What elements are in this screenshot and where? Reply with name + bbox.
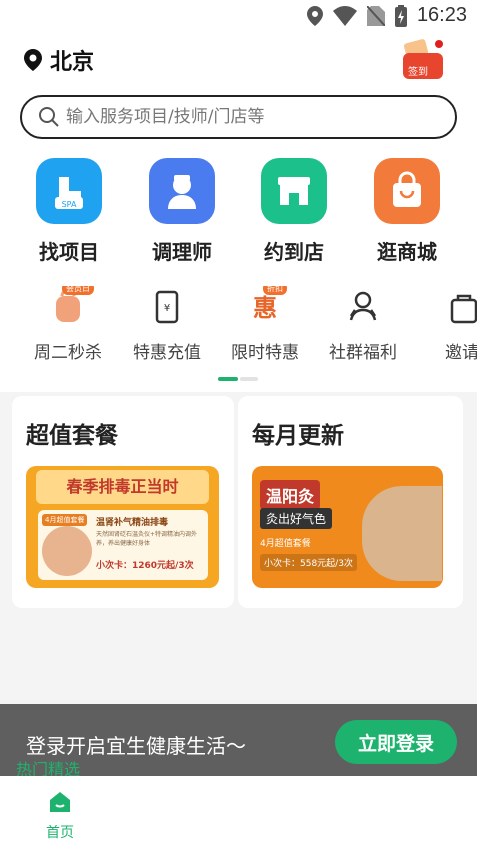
page-indicator-inactive — [240, 377, 258, 381]
battery-charging-icon — [394, 4, 407, 27]
banner-price: 小次卡：1260元起/3次 — [96, 561, 194, 571]
promo-row: 会员日 周二秒杀 ¥ 特惠充值 惠 折扣 限时特惠 社群福利 邀请 — [0, 286, 477, 366]
recharge-icon: ¥ — [147, 286, 187, 326]
bottom-tab-bar: 首页 — [0, 776, 477, 848]
community-icon — [343, 286, 383, 326]
category-find-project[interactable]: SPA 找项目 — [19, 158, 119, 265]
promo-limited-discount[interactable]: 惠 折扣 限时特惠 — [215, 286, 315, 363]
category-store[interactable]: 约到店 — [244, 158, 344, 265]
card-title: 每月更新 — [252, 423, 344, 449]
page-indicator-active — [218, 377, 238, 381]
therapist-icon — [149, 158, 215, 224]
invite-icon — [442, 286, 477, 326]
banner-body: 4月超值套餐 温肾补气精油排毒 天然固肾砭石温灸仪+特调精油内调外养，养出健康好… — [38, 510, 208, 580]
value-package-banner[interactable]: 春季排毒正当时 4月超值套餐 温肾补气精油排毒 天然固肾砭石温灸仪+特调精油内调… — [26, 466, 219, 588]
promo-badge: 折扣 — [263, 286, 287, 295]
discount-icon: 惠 折扣 — [245, 286, 287, 326]
promo-label: 特惠充值 — [133, 343, 201, 363]
category-therapist[interactable]: 调理师 — [132, 158, 232, 265]
banner-price: 小次卡：558元起/3次 — [260, 554, 357, 571]
promo-label: 社群福利 — [329, 343, 397, 363]
location-pin-icon — [24, 49, 42, 71]
city-name: 北京 — [50, 50, 95, 75]
status-bar: 16:23 — [0, 0, 477, 34]
login-prompt-bar: 登录开启宜生健康生活～ 立即登录 热门精选 — [0, 704, 477, 779]
status-time: 16:23 — [416, 4, 467, 26]
banner-tag: 4月超值套餐 — [42, 514, 88, 526]
category-label: 逛商城 — [377, 240, 437, 264]
monthly-update-banner[interactable]: 温阳灸 灸出好气色 4月超值套餐 小次卡：558元起/3次 — [252, 466, 443, 588]
promo-invite[interactable]: 邀请 — [412, 286, 477, 363]
no-sim-icon — [366, 5, 385, 26]
svg-text:SPA: SPA — [62, 200, 77, 209]
massage-photo — [42, 526, 92, 576]
category-label: 调理师 — [152, 240, 212, 264]
moxibustion-photo — [362, 486, 442, 581]
signin-button[interactable]: 签到 — [401, 39, 445, 81]
location-selector[interactable]: 北京 — [24, 44, 94, 76]
banner-sub: 灸出好气色 — [260, 508, 333, 529]
category-label: 约到店 — [264, 240, 324, 264]
discount-icon-text: 惠 — [253, 294, 277, 322]
banner-package: 4月超值套餐 — [260, 539, 311, 549]
promo-recharge[interactable]: ¥ 特惠充值 — [117, 286, 217, 363]
promo-tuesday-flash-sale[interactable]: 会员日 周二秒杀 — [18, 286, 118, 363]
flash-sale-icon: 会员日 — [48, 286, 94, 326]
banner-headline: 温阳灸 — [260, 480, 321, 510]
signin-label: 签到 — [408, 67, 428, 78]
store-icon — [261, 158, 327, 224]
category-mall[interactable]: 逛商城 — [357, 158, 457, 265]
card-title: 超值套餐 — [26, 423, 118, 449]
banner-headline: 春季排毒正当时 — [36, 470, 209, 504]
search-input[interactable] — [66, 107, 426, 127]
search-icon — [39, 107, 59, 127]
promo-badge: 会员日 — [62, 286, 94, 295]
promo-label: 周二秒杀 — [34, 343, 102, 363]
shopping-bag-icon — [374, 158, 440, 224]
tab-home[interactable]: 首页 — [36, 790, 84, 842]
category-label: 找项目 — [39, 240, 99, 264]
tab-home-label: 首页 — [46, 825, 74, 841]
svg-text:¥: ¥ — [164, 303, 170, 314]
promo-community-welfare[interactable]: 社群福利 — [313, 286, 413, 363]
banner-desc: 天然固肾砭石温灸仪+特调精油内调外养，养出健康好身体 — [96, 531, 198, 547]
login-prompt-text: 登录开启宜生健康生活～ — [26, 734, 246, 758]
search-bar[interactable] — [20, 95, 457, 139]
page-indicator — [218, 377, 258, 381]
promo-label: 限时特惠 — [231, 343, 299, 363]
spa-icon: SPA — [36, 158, 102, 224]
home-icon — [50, 792, 70, 812]
card-monthly-update[interactable]: 每月更新 温阳灸 灸出好气色 4月超值套餐 小次卡：558元起/3次 — [238, 396, 463, 608]
wifi-icon — [332, 5, 357, 26]
location-status-icon — [306, 5, 323, 26]
promo-label: 邀请 — [445, 343, 477, 363]
card-value-package[interactable]: 超值套餐 春季排毒正当时 4月超值套餐 温肾补气精油排毒 天然固肾砭石温灸仪+特… — [12, 396, 234, 608]
login-button[interactable]: 立即登录 — [335, 720, 457, 764]
banner-name: 温肾补气精油排毒 — [96, 518, 169, 528]
